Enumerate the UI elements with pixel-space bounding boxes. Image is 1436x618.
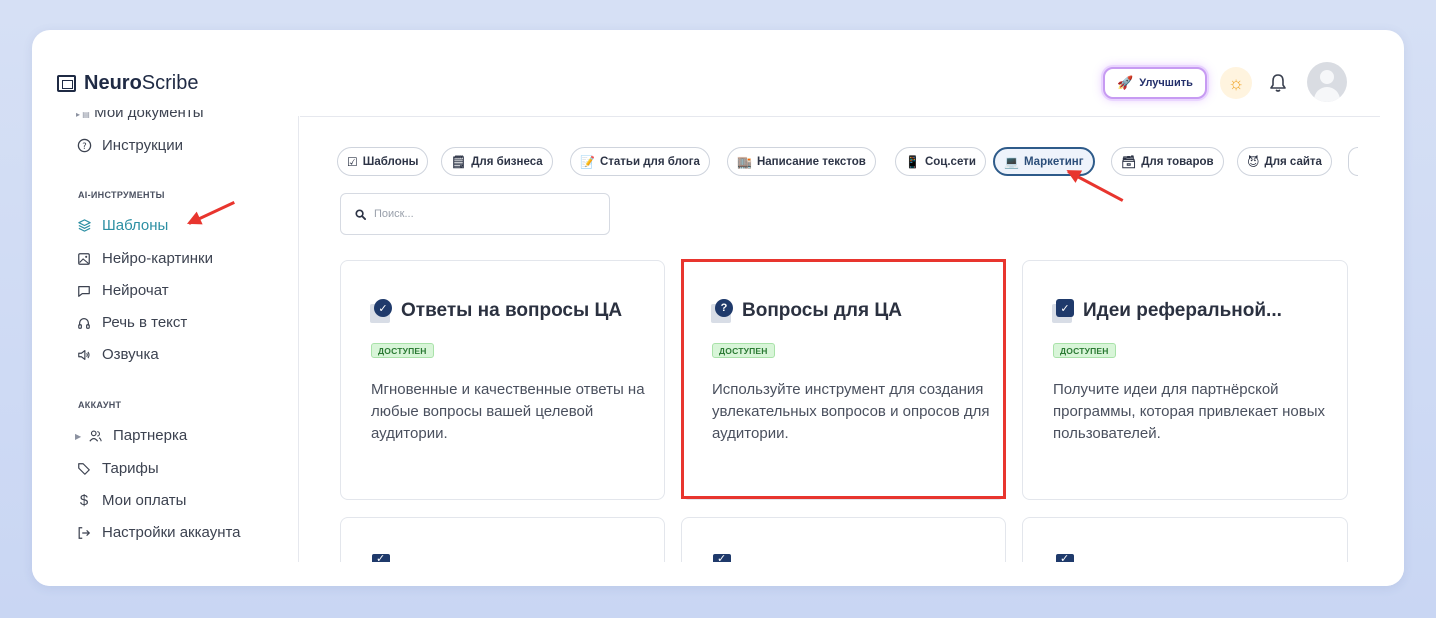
notepad-icon: 🗒 [451,154,467,169]
logo-icon [57,75,76,92]
layers-icon [76,218,92,234]
laptop-icon: 💻 [1004,154,1019,169]
expand-caret-icon[interactable]: ▶ [75,432,81,441]
help-circle-icon: ? [76,138,92,154]
user-avatar[interactable] [1307,62,1347,102]
rocket-icon: 🚀 [1117,75,1134,90]
devil-icon: 😈 [1247,154,1260,169]
sidebar-item-neurochat[interactable]: Нейрочат [76,282,169,299]
category-chip-templates[interactable]: ☑ Шаблоны [337,147,429,176]
header-divider [300,116,1380,117]
checkbox-icon: ✓ [1052,299,1074,323]
status-badge: ДОСТУПЕН [1053,343,1116,358]
headphones-icon [76,315,92,331]
login-icon [76,525,92,541]
sidebar-divider [298,116,299,562]
annotation-highlight-box [681,259,1006,499]
sidebar-item-templates[interactable]: Шаблоны [76,217,168,234]
svg-text:?: ? [82,141,86,151]
sidebar-item-voiceover[interactable]: Озвучка [76,346,159,363]
notifications-bell-icon[interactable] [1266,70,1290,96]
dollar-icon: $ [79,492,89,509]
sidebar-item-speech-to-text[interactable]: Речь в текст [76,314,187,331]
category-chip-business[interactable]: 🗒 Для бизнеса [441,147,553,176]
tag-icon [76,461,92,477]
window-bottom-edge [32,562,1404,586]
upgrade-label: Улучшить [1139,77,1193,89]
card-description: Мгновенные и качественные ответы на любы… [371,381,645,442]
sidebar-item-tariffs[interactable]: Тарифы [76,460,159,477]
cards-icon: 🗃 [1121,154,1137,169]
category-chip-social[interactable]: 📱 Соц.сети [895,147,986,176]
check-circle-icon: ✓ [370,299,392,323]
users-icon [87,428,103,444]
sidebar-item-payments[interactable]: $ Мои оплаты [76,492,187,509]
search-input[interactable] [374,208,594,220]
chat-icon [76,283,92,299]
sidebar-item-account-settings[interactable]: Настройки аккаунта [76,524,241,541]
card-title: Идеи реферальной... [1083,300,1282,321]
category-chip-website[interactable]: 😈 Для сайта [1237,147,1332,176]
speaker-icon [76,347,92,363]
card-title: Ответы на вопросы ЦА [401,300,623,321]
section-heading-ai-tools: AI-ИНСТРУМЕНТЫ [78,190,165,200]
sidebar-item-instructions[interactable]: ? Инструкции [76,137,183,154]
category-chip-overflow[interactable] [1348,147,1358,176]
sidebar-item-my-documents[interactable]: ▸ ▤ Мои документы [76,110,203,122]
category-chip-copywriting[interactable]: 🏬 Написание текстов [727,147,876,176]
status-badge: ДОСТУПЕН [371,343,434,358]
card-description: Получите идеи для партнёрской программы,… [1053,381,1326,442]
sidebar-item-partner[interactable]: Партнерка [87,427,187,444]
search-icon [355,208,366,220]
template-card-referral[interactable]: ✓ Идеи реферальной... ДОСТУПЕН Получите … [1022,260,1348,500]
checkbox-icon: ☑ [347,154,358,169]
image-icon [76,251,92,267]
app-logo[interactable]: NeuroScribe [57,72,199,95]
template-card-answers[interactable]: ✓ Ответы на вопросы ЦА ДОСТУПЕН Мгновенн… [340,260,665,500]
memo-icon: 📝 [580,154,595,169]
phone-icon: 📱 [905,154,920,169]
section-heading-account: АККАУНТ [78,400,122,410]
sidebar-item-neuro-images[interactable]: Нейро-картинки [76,250,213,267]
category-chip-products[interactable]: 🗃 Для товаров [1111,147,1224,176]
theme-toggle-sun-icon[interactable]: ☼ [1220,67,1252,99]
store-icon: 🏬 [737,154,752,169]
upgrade-button[interactable]: 🚀 Улучшить [1103,67,1207,99]
search-box[interactable] [340,193,610,235]
category-chip-blog-articles[interactable]: 📝 Статьи для блога [570,147,710,176]
